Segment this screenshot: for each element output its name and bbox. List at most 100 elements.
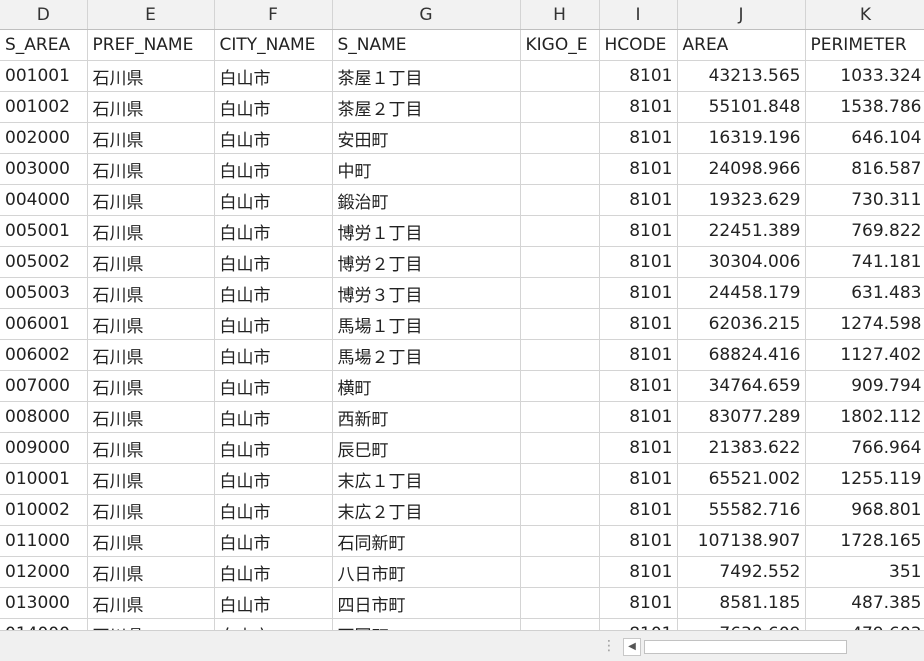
cell-d[interactable]: 001002 [0, 91, 88, 123]
cell-i[interactable]: 8101 [599, 60, 678, 92]
cell-f[interactable]: 白山市 [214, 60, 333, 92]
cell-j[interactable]: 107138.907 [677, 525, 806, 557]
cell-g[interactable]: 石同新町 [332, 525, 521, 557]
cell-i[interactable]: 8101 [599, 370, 678, 402]
cell-j[interactable]: 21383.622 [677, 432, 806, 464]
cell-d[interactable]: 012000 [0, 556, 88, 588]
cell-d[interactable]: 004000 [0, 184, 88, 216]
cell-h[interactable] [520, 618, 600, 630]
cell-d[interactable]: 002000 [0, 122, 88, 154]
cell-f[interactable]: 白山市 [214, 432, 333, 464]
cell-e[interactable]: 石川県 [87, 184, 215, 216]
cell-i[interactable]: 8101 [599, 246, 678, 278]
cell-j[interactable]: 19323.629 [677, 184, 806, 216]
cell-k[interactable]: 968.801 [805, 494, 924, 526]
cell-g[interactable]: 馬場１丁目 [332, 308, 521, 340]
cell-e[interactable]: 石川県 [87, 370, 215, 402]
cell-h[interactable] [520, 556, 600, 588]
cell-h[interactable] [520, 401, 600, 433]
cell-i[interactable]: 8101 [599, 432, 678, 464]
cell-e[interactable]: 石川県 [87, 277, 215, 309]
cell-i[interactable]: HCODE [599, 29, 678, 61]
cell-k[interactable]: 479.603 [805, 618, 924, 630]
cell-d[interactable]: 005002 [0, 246, 88, 278]
cell-j[interactable]: 62036.215 [677, 308, 806, 340]
cell-j[interactable]: 24098.966 [677, 153, 806, 185]
cell-k[interactable]: 909.794 [805, 370, 924, 402]
cell-e[interactable]: 石川県 [87, 308, 215, 340]
cell-g[interactable]: 石同町 [332, 618, 521, 630]
column-header-g[interactable]: G [332, 0, 521, 30]
cell-h[interactable] [520, 246, 600, 278]
cell-d[interactable]: 005003 [0, 277, 88, 309]
cell-h[interactable] [520, 370, 600, 402]
cell-f[interactable]: 白山市 [214, 215, 333, 247]
cell-i[interactable]: 8101 [599, 122, 678, 154]
cell-f[interactable]: 白山市 [214, 308, 333, 340]
cell-k[interactable]: 487.385 [805, 587, 924, 619]
column-header-i[interactable]: I [599, 0, 678, 30]
cell-d[interactable]: 010001 [0, 463, 88, 495]
cell-h[interactable] [520, 91, 600, 123]
cell-j[interactable]: 7492.552 [677, 556, 806, 588]
cell-e[interactable]: 石川県 [87, 587, 215, 619]
cell-j[interactable]: 16319.196 [677, 122, 806, 154]
cell-h[interactable]: KIGO_E [520, 29, 600, 61]
cell-k[interactable]: 816.587 [805, 153, 924, 185]
cell-g[interactable]: 八日市町 [332, 556, 521, 588]
vertical-dots-icon[interactable]: ⋮ [602, 639, 616, 653]
cell-f[interactable]: 白山市 [214, 246, 333, 278]
cell-d[interactable]: 007000 [0, 370, 88, 402]
cell-g[interactable]: 鍛治町 [332, 184, 521, 216]
cell-f[interactable]: 白山市 [214, 184, 333, 216]
cell-g[interactable]: 博労１丁目 [332, 215, 521, 247]
cell-d[interactable]: 010002 [0, 494, 88, 526]
cell-f[interactable]: 白山市 [214, 122, 333, 154]
cell-e[interactable]: 石川県 [87, 556, 215, 588]
cell-h[interactable] [520, 339, 600, 371]
cell-h[interactable] [520, 494, 600, 526]
cell-j[interactable]: 83077.289 [677, 401, 806, 433]
cell-i[interactable]: 8101 [599, 587, 678, 619]
cell-k[interactable]: 1127.402 [805, 339, 924, 371]
cell-f[interactable]: CITY_NAME [214, 29, 333, 61]
cell-g[interactable]: 四日市町 [332, 587, 521, 619]
cell-e[interactable]: 石川県 [87, 401, 215, 433]
cell-j[interactable]: 68824.416 [677, 339, 806, 371]
column-header-j[interactable]: J [677, 0, 806, 30]
cell-h[interactable] [520, 184, 600, 216]
cell-i[interactable]: 8101 [599, 91, 678, 123]
triangle-left-icon[interactable]: ◀ [623, 638, 641, 656]
cell-g[interactable]: S_NAME [332, 29, 521, 61]
cell-d[interactable]: 014000 [0, 618, 88, 630]
cell-f[interactable]: 白山市 [214, 401, 333, 433]
cell-k[interactable]: PERIMETER [805, 29, 924, 61]
cell-k[interactable]: 646.104 [805, 122, 924, 154]
cell-d[interactable]: 013000 [0, 587, 88, 619]
cell-f[interactable]: 白山市 [214, 91, 333, 123]
cell-e[interactable]: 石川県 [87, 91, 215, 123]
cell-f[interactable]: 白山市 [214, 463, 333, 495]
cell-i[interactable]: 8101 [599, 153, 678, 185]
cell-g[interactable]: 末広１丁目 [332, 463, 521, 495]
cell-g[interactable]: 馬場２丁目 [332, 339, 521, 371]
cell-e[interactable]: 石川県 [87, 122, 215, 154]
cell-e[interactable]: 石川県 [87, 60, 215, 92]
cell-d[interactable]: 011000 [0, 525, 88, 557]
cell-i[interactable]: 8101 [599, 463, 678, 495]
cell-i[interactable]: 8101 [599, 184, 678, 216]
cell-d[interactable]: 006001 [0, 308, 88, 340]
cell-d[interactable]: 005001 [0, 215, 88, 247]
cell-d[interactable]: S_AREA [0, 29, 88, 61]
cell-e[interactable]: 石川県 [87, 494, 215, 526]
cell-j[interactable]: 65521.002 [677, 463, 806, 495]
cell-g[interactable]: 安田町 [332, 122, 521, 154]
cell-h[interactable] [520, 432, 600, 464]
cell-i[interactable]: 8101 [599, 308, 678, 340]
cell-h[interactable] [520, 153, 600, 185]
column-header-e[interactable]: E [87, 0, 215, 30]
cell-f[interactable]: 白山市 [214, 618, 333, 630]
cell-e[interactable]: 石川県 [87, 215, 215, 247]
cell-e[interactable]: 石川県 [87, 246, 215, 278]
column-header-k[interactable]: K [805, 0, 924, 30]
